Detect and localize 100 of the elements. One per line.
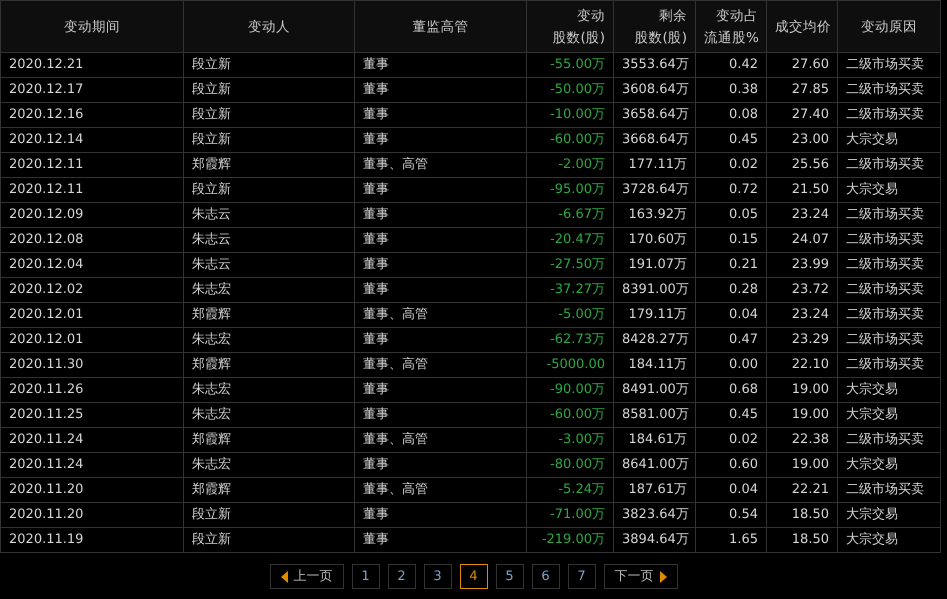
table-cell: 23.24 [766, 302, 838, 328]
table-cell: 0.47 [696, 328, 766, 352]
table-cell: 2020.12.14 [0, 128, 184, 152]
table-cell: 177.11万 [614, 152, 696, 178]
table-cell: 23.72 [766, 278, 838, 302]
column-header: 变动人 [184, 0, 354, 52]
table-cell: 2020.11.25 [0, 402, 184, 428]
table-cell: 0.02 [696, 428, 766, 452]
table-cell: 27.85 [766, 78, 838, 102]
table-cell: 郑霞辉 [184, 152, 354, 178]
table-cell: 2020.11.30 [0, 352, 184, 378]
table-cell: 2020.11.20 [0, 478, 184, 502]
column-header: 变动占 流通股% [696, 0, 766, 52]
table-cell: 2020.12.21 [0, 52, 184, 78]
table-cell: 22.21 [766, 478, 838, 502]
column-header: 变动期间 [0, 0, 184, 52]
column-header: 变动原因 [838, 0, 940, 52]
page-button[interactable]: 3 [424, 564, 452, 589]
table-cell: 朱志云 [184, 252, 354, 278]
table-cell: 郑霞辉 [184, 352, 354, 378]
column-header: 成交均价 [766, 0, 838, 52]
table-cell: 3823.64万 [614, 502, 696, 528]
table-cell: 8391.00万 [614, 278, 696, 302]
table-cell: 大宗交易 [838, 178, 940, 202]
table-cell: 二级市场买卖 [838, 252, 940, 278]
table-cell: 170.60万 [614, 228, 696, 252]
table-cell: -50.00万 [526, 78, 614, 102]
table-cell: -5.00万 [526, 302, 614, 328]
table-cell: 董事、高管 [354, 152, 526, 178]
table-cell: 二级市场买卖 [838, 278, 940, 302]
page-button[interactable]: 1 [352, 564, 380, 589]
table-cell: 董事 [354, 52, 526, 78]
table-cell: 0.45 [696, 128, 766, 152]
table-cell: 0.38 [696, 78, 766, 102]
table-cell: -5.24万 [526, 478, 614, 502]
table-cell: 0.72 [696, 178, 766, 202]
table-cell: 179.11万 [614, 302, 696, 328]
table-cell: 郑霞辉 [184, 478, 354, 502]
table-cell: 2020.12.02 [0, 278, 184, 302]
table-cell: 3553.64万 [614, 52, 696, 78]
table-cell: 0.04 [696, 478, 766, 502]
table-cell: 二级市场买卖 [838, 102, 940, 128]
table-cell: 184.61万 [614, 428, 696, 452]
table-cell: 2020.12.04 [0, 252, 184, 278]
column-header: 剩余 股数(股) [614, 0, 696, 52]
table-cell: 0.02 [696, 152, 766, 178]
page-button[interactable]: 5 [496, 564, 524, 589]
table-cell: 2020.12.01 [0, 302, 184, 328]
table-cell: -62.73万 [526, 328, 614, 352]
table-cell: 董事 [354, 378, 526, 402]
table-cell: 27.40 [766, 102, 838, 128]
table-cell: -6.67万 [526, 202, 614, 228]
table-cell: 二级市场买卖 [838, 152, 940, 178]
table-cell: 2020.12.11 [0, 152, 184, 178]
previous-page-button[interactable]: 上一页 [270, 564, 344, 589]
table-cell: 朱志宏 [184, 278, 354, 302]
table-cell: 3658.64万 [614, 102, 696, 128]
page-button[interactable]: 4 [460, 564, 488, 589]
table-cell: 董事 [354, 528, 526, 552]
page-button[interactable]: 2 [388, 564, 416, 589]
table-cell: 段立新 [184, 528, 354, 552]
table-cell: -27.50万 [526, 252, 614, 278]
table-cell: 0.15 [696, 228, 766, 252]
table-cell: 朱志宏 [184, 328, 354, 352]
next-page-button[interactable]: 下一页 [604, 564, 678, 589]
table-cell: 董事 [354, 128, 526, 152]
table-cell: 2020.12.16 [0, 102, 184, 128]
table-cell: 0.00 [696, 352, 766, 378]
table-cell: 8641.00万 [614, 452, 696, 478]
column-header: 董监高管 [354, 0, 526, 52]
page-button[interactable]: 7 [568, 564, 596, 589]
table-cell: -5000.00 [526, 352, 614, 378]
table-cell: 董事、高管 [354, 302, 526, 328]
table-cell: 3608.64万 [614, 78, 696, 102]
table-cell: 大宗交易 [838, 452, 940, 478]
table-cell: -20.47万 [526, 228, 614, 252]
page-button[interactable]: 6 [532, 564, 560, 589]
table-cell: 3894.64万 [614, 528, 696, 552]
table-cell: 0.04 [696, 302, 766, 328]
table-cell: -60.00万 [526, 128, 614, 152]
table-cell: 大宗交易 [838, 528, 940, 552]
right-triangle-icon [660, 570, 666, 582]
table-cell: 段立新 [184, 502, 354, 528]
table-cell: 8491.00万 [614, 378, 696, 402]
table-cell: 董事 [354, 328, 526, 352]
table-cell: 二级市场买卖 [838, 428, 940, 452]
table-cell: -71.00万 [526, 502, 614, 528]
table-cell: 董事 [354, 102, 526, 128]
table-cell: 董事 [354, 278, 526, 302]
table-cell: 2020.11.24 [0, 428, 184, 452]
table-cell: 二级市场买卖 [838, 302, 940, 328]
table-cell: 2020.12.01 [0, 328, 184, 352]
table-cell: 21.50 [766, 178, 838, 202]
table-cell: 董事、高管 [354, 352, 526, 378]
table-cell: 0.21 [696, 252, 766, 278]
table-cell: 段立新 [184, 78, 354, 102]
column-header: 变动 股数(股) [526, 0, 614, 52]
table-cell: 2020.11.26 [0, 378, 184, 402]
table-cell: -37.27万 [526, 278, 614, 302]
table-cell: 董事 [354, 202, 526, 228]
